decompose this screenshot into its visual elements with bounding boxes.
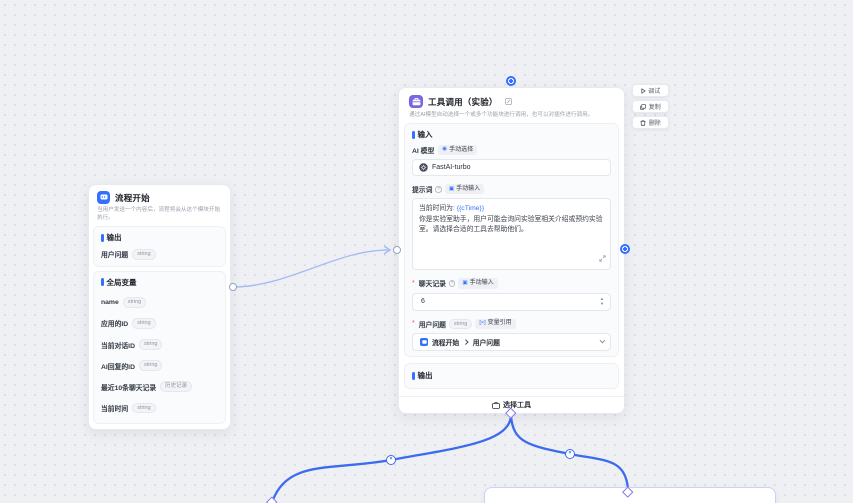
- required-mark: *: [412, 280, 415, 287]
- play-icon: [641, 88, 646, 94]
- node-description: 当用户发送一个内容后，流程将会从这个模块开始执行。: [89, 206, 230, 222]
- ai-model-select[interactable]: FastAI-turbo: [412, 159, 611, 176]
- tool-call-header: 工具调用（实验）: [399, 88, 624, 111]
- global-var-row: name string: [101, 292, 218, 313]
- copy-icon: [640, 104, 646, 110]
- type-tag: string: [139, 339, 162, 350]
- manual-input-icon: ▣: [449, 187, 454, 193]
- model-name: FastAI-turbo: [432, 164, 471, 171]
- section-label: 输入: [412, 129, 611, 140]
- delete-button[interactable]: 删除: [632, 116, 669, 129]
- toolbox-icon: [409, 95, 423, 108]
- manual-input-icon: ▣: [462, 281, 467, 287]
- type-tag: 历史记录: [160, 381, 192, 392]
- tool-top-target-handle[interactable]: [506, 76, 516, 86]
- global-var-row: 当前时间 string: [101, 397, 218, 418]
- flow-start-mini-icon: [420, 338, 428, 346]
- type-tag: string: [449, 319, 472, 330]
- edge-start-to-tool: [233, 250, 388, 287]
- tool-output-section: 输出: [404, 363, 619, 389]
- question-label-row: * 用户问题 string [×] 变量引用: [412, 319, 611, 330]
- section-label: 输出: [101, 232, 218, 243]
- flow-start-icon: [97, 191, 110, 204]
- debug-button[interactable]: 调试: [632, 84, 669, 97]
- type-tag: string: [132, 403, 155, 414]
- briefcase-icon: [492, 402, 500, 409]
- spinner-down-icon[interactable]: ▼: [600, 302, 604, 306]
- ref-node-name: 流程开始: [432, 337, 459, 347]
- global-var-row: 应用的ID string: [101, 313, 218, 334]
- question-source-select[interactable]: 流程开始 用户问题: [412, 333, 611, 351]
- history-label-row: * 聊天记录 ? ▣ 手动输入: [412, 278, 611, 288]
- tool-input-section: 输入 AI 模型 ◉ 手动选择 FastAI-turbo 提示词 ? ▣: [404, 123, 619, 357]
- global-var-row: 当前对话ID string: [101, 334, 218, 355]
- flow-canvas[interactable]: 流程开始 当用户发送一个内容后，流程将会从这个模块开始执行。 输出 用户问题 s…: [0, 0, 853, 503]
- type-tag: string: [139, 360, 162, 371]
- start-right-source-handle[interactable]: [229, 283, 237, 291]
- unlink-edge-left-icon[interactable]: ×: [386, 455, 396, 465]
- help-icon[interactable]: ?: [435, 186, 442, 193]
- prompt-body: 你是实验室助手，用户可能会询问实验室相关介绍或预约实验室。请选择合适的工具去帮助…: [419, 215, 604, 236]
- trash-icon: [640, 120, 646, 126]
- flow-start-header: 流程开始: [89, 185, 230, 206]
- template-variable: {{cTime}}: [457, 205, 484, 212]
- chevron-down-icon: [600, 338, 606, 344]
- prompt-line-time: 当前时间为: {{cTime}}: [419, 204, 604, 215]
- manual-select-badge[interactable]: ◉ 手动选择: [438, 145, 477, 155]
- output-row: 用户问题 string: [101, 247, 218, 261]
- chevron-right-icon: [463, 340, 468, 345]
- required-mark: *: [412, 320, 415, 327]
- prompt-label-row: 提示词 ? ▣ 手动输入: [412, 184, 611, 194]
- node-description: 通过AI模型自动选择一个或多个功能块进行调用，也可以对插件进行调用。: [399, 111, 624, 119]
- branch-left-target-handle[interactable]: [266, 496, 277, 503]
- history-count-input[interactable]: 6 ▲ ▼: [412, 293, 611, 311]
- variable-ref-badge[interactable]: [×] 变量引用: [475, 319, 515, 329]
- node-tool-call[interactable]: 工具调用（实验） 通过AI模型自动选择一个或多个功能块进行调用，也可以对插件进行…: [398, 87, 625, 414]
- expand-textarea-icon[interactable]: [599, 255, 606, 267]
- start-globals-section: 全局变量 name string 应用的ID string 当前对话ID str…: [93, 271, 226, 425]
- unlink-edge-right-icon[interactable]: ×: [565, 449, 575, 459]
- tool-right-source-handle[interactable]: [620, 244, 630, 254]
- section-label: 全局变量: [101, 277, 218, 288]
- edit-title-icon[interactable]: [505, 98, 512, 105]
- global-var-row: AI回复的ID string: [101, 355, 218, 376]
- node-title: 工具调用（实验）: [428, 96, 498, 108]
- prompt-textarea[interactable]: 当前时间为: {{cTime}} 你是实验室助手，用户可能会询问实验室相关介绍或…: [412, 198, 611, 270]
- type-tag: string: [123, 297, 146, 308]
- global-var-row: 最近10条聊天记录 历史记录: [101, 376, 218, 397]
- start-output-section: 输出 用户问题 string: [93, 226, 226, 267]
- type-tag: string: [132, 318, 155, 329]
- section-label: 输出: [412, 370, 611, 381]
- edge-start-to-tool-arrowhead: [384, 246, 390, 254]
- copy-button[interactable]: 复制: [632, 100, 669, 113]
- history-count-value: 6: [421, 298, 425, 305]
- node-flow-start[interactable]: 流程开始 当用户发送一个内容后，流程将会从这个模块开始执行。 输出 用户问题 s…: [88, 184, 231, 430]
- model-avatar-icon: [419, 163, 428, 172]
- tool-left-target-handle[interactable]: [393, 246, 401, 254]
- help-icon[interactable]: ?: [449, 280, 456, 287]
- manual-input-badge[interactable]: ▣ 手动输入: [445, 184, 484, 194]
- manual-select-icon: ◉: [442, 147, 447, 153]
- node-title: 流程开始: [115, 192, 150, 204]
- ref-field-name: 用户问题: [473, 337, 500, 347]
- ai-model-label-row: AI 模型 ◉ 手动选择: [412, 145, 611, 155]
- manual-input-badge[interactable]: ▣ 手动输入: [458, 278, 497, 288]
- variable-ref-icon: [×]: [479, 321, 485, 327]
- type-tag: string: [132, 249, 155, 260]
